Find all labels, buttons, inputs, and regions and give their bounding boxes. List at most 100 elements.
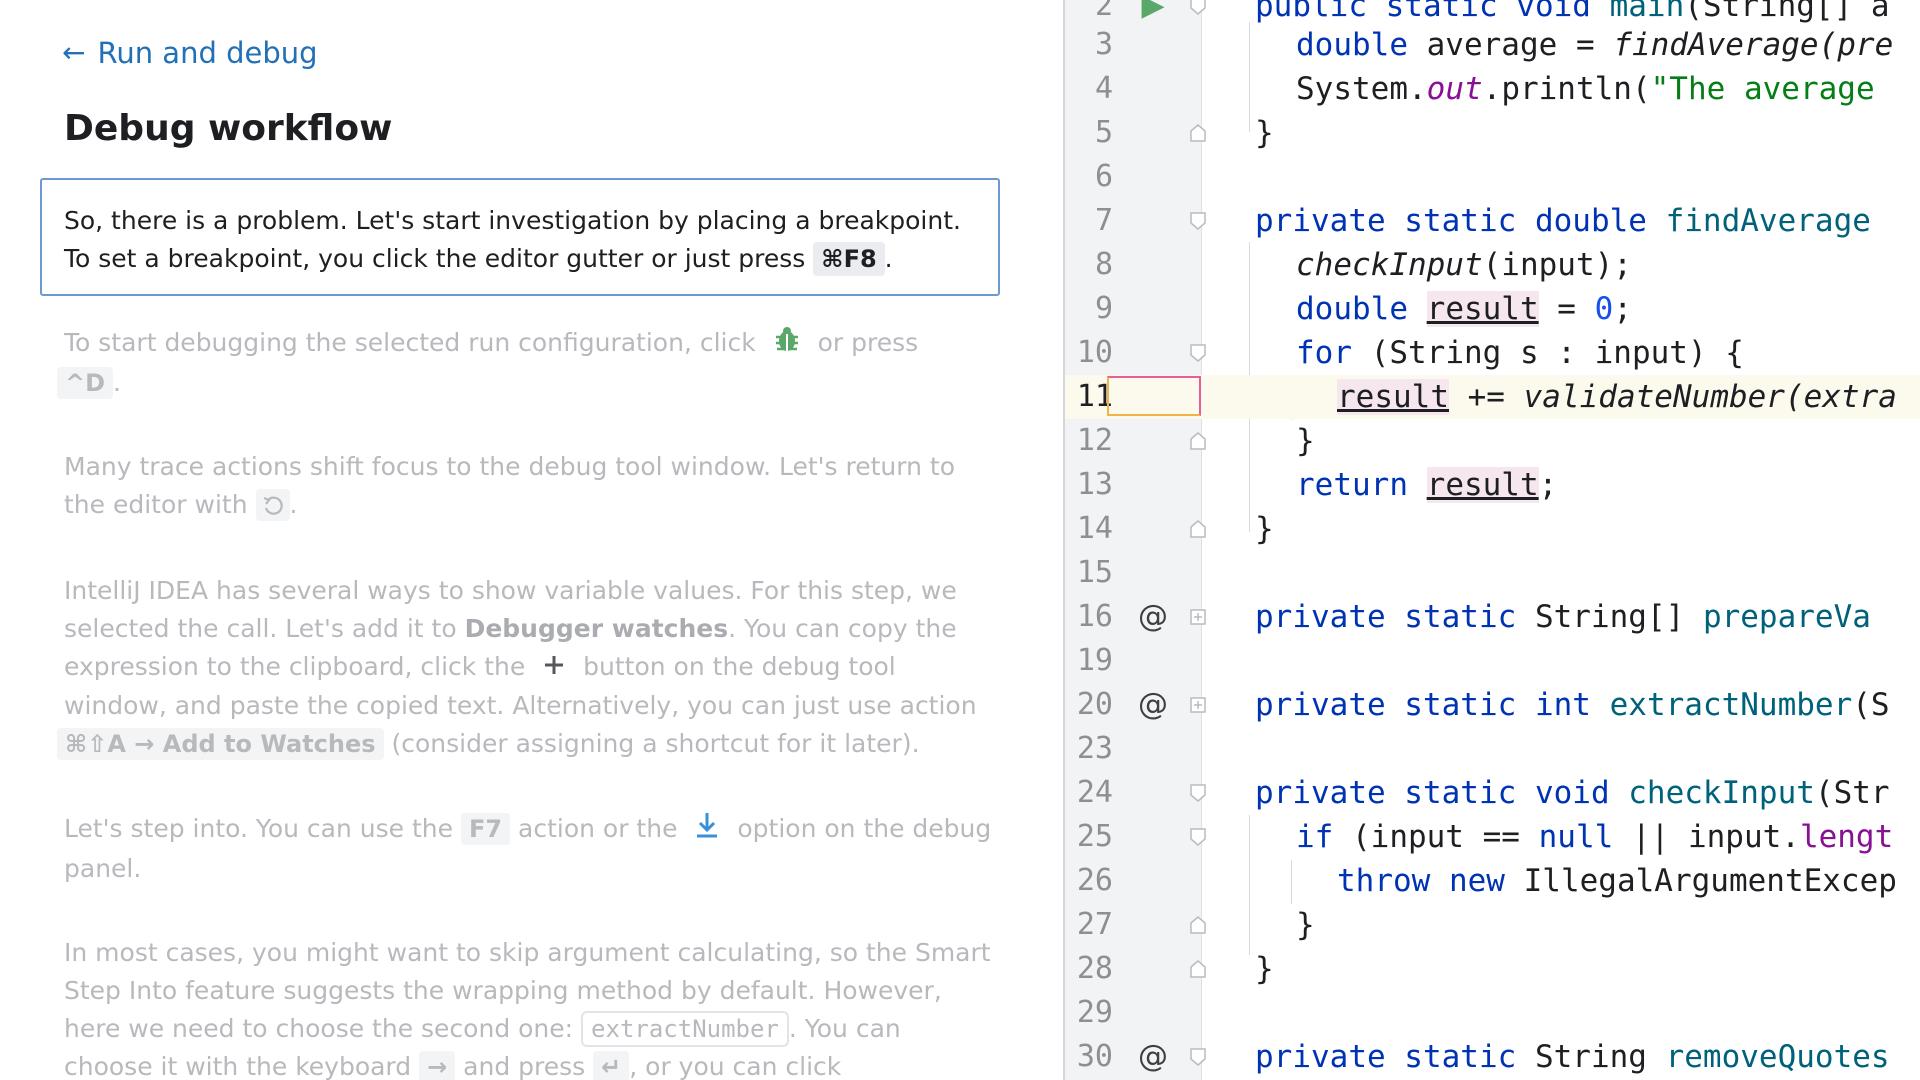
code-text: result += validateNumber(extra	[1337, 379, 1897, 415]
code-text: }	[1255, 951, 1274, 987]
code-line-29[interactable]: 29	[1065, 991, 1920, 1035]
code-text: private static int extractNumber(S	[1255, 687, 1890, 723]
code-editor[interactable]: 2 ▶ public static void main(String[] a 3…	[1063, 0, 1920, 1080]
fold-marker-icon[interactable]	[1189, 1047, 1207, 1067]
code-text: double average = findAverage(pre	[1296, 27, 1894, 63]
code-line-20[interactable]: 20 @ private static int extractNumber(S	[1065, 683, 1920, 727]
code-line-16[interactable]: 16 @ private static String[] prepareVa	[1065, 595, 1920, 639]
line-number: 5	[1094, 115, 1113, 150]
debug-shortcut: ^D	[57, 366, 114, 399]
code-line-8[interactable]: 8 checkInput(input);	[1065, 243, 1920, 287]
step-text: and press	[463, 1052, 586, 1080]
fold-marker-icon[interactable]	[1189, 827, 1207, 847]
fold-end-icon[interactable]	[1189, 915, 1207, 935]
fold-end-icon[interactable]	[1189, 431, 1207, 451]
code-line-28[interactable]: 28 }	[1065, 947, 1920, 991]
step-debugger-watches: IntelliJ IDEA has several ways to show v…	[57, 572, 994, 763]
arrow-left-icon: ←	[62, 36, 86, 69]
plus-icon	[543, 649, 565, 687]
code-text: for (String s : input) {	[1296, 335, 1744, 371]
breakpoint-target-highlight[interactable]	[1107, 376, 1201, 416]
line-number: 27	[1076, 907, 1113, 942]
fold-marker-icon[interactable]	[1189, 211, 1207, 231]
at-annotation-icon[interactable]: @	[1137, 597, 1169, 637]
code-line-13[interactable]: 13 return result;	[1065, 463, 1920, 507]
at-annotation-icon[interactable]: @	[1137, 685, 1169, 725]
step-text: (consider assigning a shortcut for it la…	[391, 729, 920, 758]
step-text: Many trace actions shift focus to the de…	[64, 452, 955, 519]
code-text: private static void checkInput(Str	[1255, 775, 1890, 811]
code-line-27[interactable]: 27 }	[1065, 903, 1920, 947]
code-text: double result = 0;	[1296, 291, 1632, 327]
fold-marker-icon[interactable]	[1189, 783, 1207, 803]
current-step-period: .	[884, 244, 893, 273]
line-number: 6	[1094, 159, 1113, 194]
code-line-4[interactable]: 4 System.out.println("The average	[1065, 67, 1920, 111]
fold-end-icon[interactable]	[1189, 519, 1207, 539]
code-line-10[interactable]: 10 for (String s : input) {	[1065, 331, 1920, 375]
fold-end-icon[interactable]	[1189, 123, 1207, 143]
line-number: 9	[1094, 291, 1113, 326]
code-line-15[interactable]: 15	[1065, 551, 1920, 595]
line-number: 14	[1076, 511, 1113, 546]
code-line-9[interactable]: 9 double result = 0;	[1065, 287, 1920, 331]
code-text: }	[1255, 115, 1274, 151]
fold-end-icon[interactable]	[1189, 959, 1207, 979]
back-to-run-and-debug-link[interactable]: ← Run and debug	[62, 36, 318, 70]
extract-number-code: extractNumber	[581, 1011, 789, 1047]
line-number: 16	[1076, 599, 1113, 634]
code-text: return result;	[1296, 467, 1558, 503]
code-text: }	[1255, 511, 1274, 547]
line-number: 30	[1076, 1039, 1113, 1074]
line-number: 24	[1076, 775, 1113, 810]
line-number: 3	[1094, 27, 1113, 62]
line-number: 25	[1076, 819, 1113, 854]
step-text: , or you can click	[629, 1052, 842, 1080]
step-smart-step-into: In most cases, you might want to skip ar…	[64, 934, 994, 1080]
step-text: action or the	[518, 814, 678, 843]
code-line-19[interactable]: 19	[1065, 639, 1920, 683]
line-number: 20	[1076, 687, 1113, 722]
code-line-5[interactable]: 5 }	[1065, 111, 1920, 155]
code-text: private static String removeQuotes	[1255, 1039, 1890, 1075]
step-into-icon[interactable]	[695, 811, 719, 850]
learn-panel: ← Run and debug Debug workflow So, there…	[0, 0, 1063, 1080]
back-link-label: Run and debug	[97, 36, 318, 70]
step-text: .	[113, 367, 121, 397]
code-text: if (input == null || input.lengt	[1296, 819, 1894, 855]
code-text: throw new IllegalArgumentExcep	[1337, 863, 1897, 899]
add-to-watches-shortcut: ⌘⇧A → Add to Watches	[57, 728, 384, 760]
line-number: 4	[1094, 71, 1113, 106]
code-text: checkInput(input);	[1296, 247, 1632, 283]
line-number: 19	[1076, 643, 1113, 678]
arrow-right-key: →	[419, 1051, 456, 1080]
toggle-breakpoint-shortcut: ⌘F8	[813, 242, 885, 276]
fold-marker-icon[interactable]	[1189, 343, 1207, 363]
code-text: }	[1296, 907, 1315, 943]
code-line-26[interactable]: 26 throw new IllegalArgumentExcep	[1065, 859, 1920, 903]
code-line-6[interactable]: 6	[1065, 155, 1920, 199]
code-line-12[interactable]: 12 }	[1065, 419, 1920, 463]
enter-key: ↵	[593, 1051, 630, 1080]
current-step-box: So, there is a problem. Let's start inve…	[40, 178, 1000, 296]
line-number: 7	[1094, 203, 1113, 238]
code-line-25[interactable]: 25 if (input == null || input.lengt	[1065, 815, 1920, 859]
code-text: }	[1296, 423, 1315, 459]
step-text: Let's step into. You can use the	[64, 814, 454, 843]
fold-expand-icon[interactable]	[1189, 695, 1207, 715]
code-line-14[interactable]: 14 }	[1065, 507, 1920, 551]
code-line-24[interactable]: 24 private static void checkInput(Str	[1065, 771, 1920, 815]
code-line-7[interactable]: 7 private static double findAverage	[1065, 199, 1920, 243]
fold-marker-icon[interactable]	[1189, 0, 1207, 16]
debug-bug-icon[interactable]	[774, 325, 800, 364]
step-into-shortcut: F7	[460, 813, 511, 845]
line-number: 11	[1076, 379, 1113, 414]
code-line-3[interactable]: 3 double average = findAverage(pre	[1065, 23, 1920, 67]
fold-expand-icon[interactable]	[1189, 607, 1207, 627]
line-number: 10	[1076, 335, 1113, 370]
code-line-30[interactable]: 30 @ private static String removeQuotes	[1065, 1035, 1920, 1079]
return-to-editor-icon	[255, 489, 290, 521]
at-annotation-icon[interactable]: @	[1137, 1037, 1169, 1077]
line-number: 12	[1076, 423, 1113, 458]
code-line-23[interactable]: 23	[1065, 727, 1920, 771]
